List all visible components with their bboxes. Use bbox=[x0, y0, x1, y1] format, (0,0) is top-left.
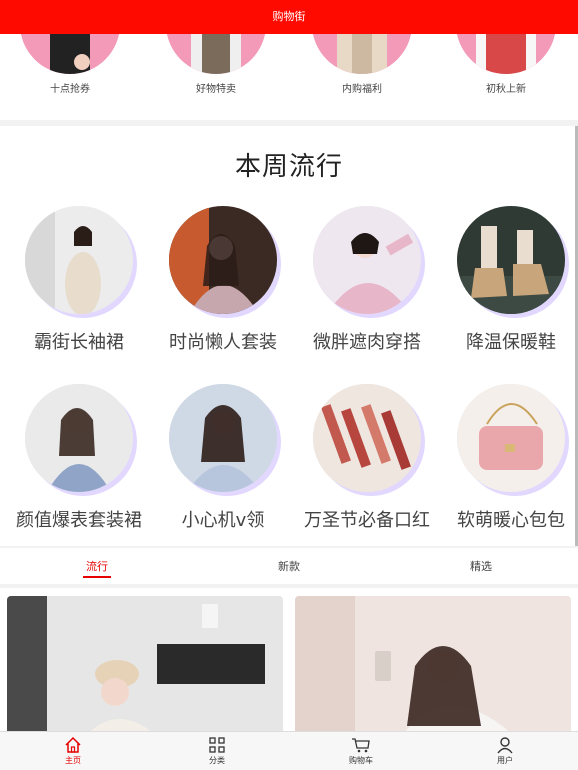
weekly-item[interactable]: 霸街长袖裙 bbox=[7, 206, 151, 366]
weekly-popular-section: 本周流行 霸街长袖裙 时尚懒人套装 微胖遮肉穿搭 降温保暖鞋 颜值爆表套装裙 小… bbox=[0, 126, 578, 546]
home-icon bbox=[65, 736, 81, 753]
nav-label: 用户 bbox=[497, 756, 513, 765]
tab-new[interactable]: 新款 bbox=[259, 558, 319, 574]
top-category-label: 初秋上新 bbox=[486, 84, 526, 95]
tab-popular[interactable]: 流行 bbox=[67, 558, 127, 578]
content-tabs: 流行 新款 精选 bbox=[0, 548, 578, 584]
product-grid bbox=[0, 588, 578, 746]
weekly-item-label: 时尚懒人套装 bbox=[169, 332, 277, 353]
weekly-item[interactable]: 软萌暖心包包 bbox=[439, 384, 578, 544]
nav-label: 主页 bbox=[65, 756, 81, 765]
section-title: 本周流行 bbox=[234, 152, 343, 182]
weekly-item[interactable]: 时尚懒人套装 bbox=[151, 206, 295, 366]
weekly-item-image bbox=[457, 206, 565, 314]
bottom-nav: 主页 分类 购物车 用户 bbox=[0, 731, 578, 770]
nav-cart[interactable]: 购物车 bbox=[321, 734, 401, 766]
weekly-item-label: 颜值爆表套装裙 bbox=[16, 510, 142, 531]
product-image bbox=[295, 596, 571, 746]
weekly-item-image bbox=[169, 384, 277, 492]
weekly-item-label: 降温保暖鞋 bbox=[466, 332, 556, 353]
tab-selected[interactable]: 精选 bbox=[451, 558, 511, 574]
grid-icon bbox=[209, 737, 225, 753]
weekly-item-image bbox=[169, 206, 277, 314]
weekly-item-label: 小心机v领 bbox=[181, 510, 265, 531]
nav-label: 分类 bbox=[209, 756, 225, 765]
weekly-item-label: 霸街长袖裙 bbox=[34, 332, 124, 353]
app-header: 购物街 bbox=[0, 0, 578, 34]
weekly-item[interactable]: 降温保暖鞋 bbox=[439, 206, 578, 366]
nav-user[interactable]: 用户 bbox=[465, 734, 545, 766]
cart-icon bbox=[352, 738, 370, 753]
product-card[interactable] bbox=[295, 596, 571, 746]
nav-label: 购物车 bbox=[349, 756, 373, 765]
weekly-item-label: 万圣节必备口红 bbox=[304, 510, 430, 531]
weekly-item-label: 微胖遮肉穿搭 bbox=[313, 332, 421, 353]
weekly-item-image bbox=[457, 384, 565, 492]
page-title: 购物街 bbox=[272, 10, 306, 23]
product-image bbox=[7, 596, 283, 746]
nav-home[interactable]: 主页 bbox=[33, 734, 113, 766]
weekly-item-image bbox=[313, 384, 421, 492]
weekly-item[interactable]: 小心机v领 bbox=[151, 384, 295, 544]
weekly-item-image bbox=[25, 206, 133, 314]
weekly-item[interactable]: 颜值爆表套装裙 bbox=[7, 384, 151, 544]
weekly-item-label: 软萌暖心包包 bbox=[457, 510, 565, 531]
weekly-item[interactable]: 微胖遮肉穿搭 bbox=[295, 206, 439, 366]
weekly-item-image bbox=[25, 384, 133, 492]
top-category-label: 十点抢券 bbox=[50, 84, 90, 95]
weekly-item[interactable]: 万圣节必备口红 bbox=[295, 384, 439, 544]
nav-category[interactable]: 分类 bbox=[177, 734, 257, 766]
weekly-item-image bbox=[313, 206, 421, 314]
top-category-label: 内购福利 bbox=[342, 84, 382, 95]
product-card[interactable] bbox=[7, 596, 283, 746]
user-icon bbox=[497, 737, 513, 754]
top-category-label: 好物特卖 bbox=[196, 84, 236, 95]
